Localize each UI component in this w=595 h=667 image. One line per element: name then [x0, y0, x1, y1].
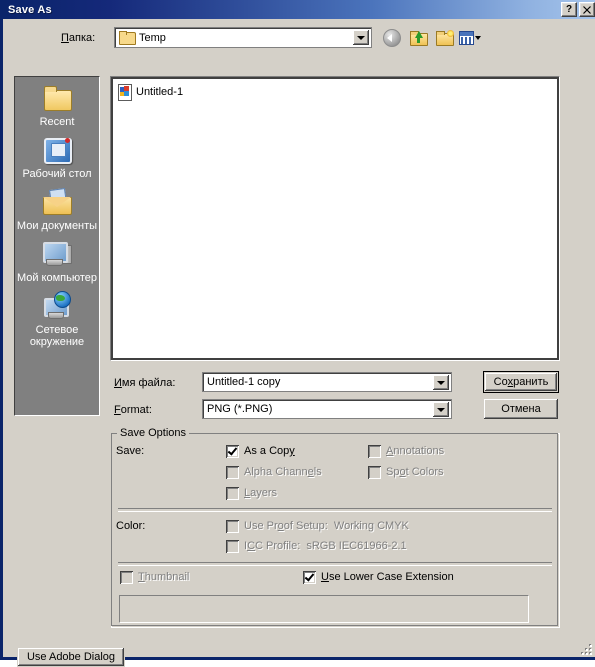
- checkbox-box: [226, 540, 239, 553]
- navigation-toolbar: [381, 27, 481, 49]
- use-adobe-dialog-label: Use Adobe Dialog: [26, 651, 116, 663]
- checkbox-label: As a Copy: [244, 445, 295, 457]
- look-in-row: Папка: Temp: [6, 27, 595, 51]
- save-button-label: Сохранить: [493, 376, 549, 388]
- checkbox-label: Alpha Channels: [244, 466, 322, 478]
- checkbox-box: [368, 466, 381, 479]
- checkbox-thumbnail[interactable]: Thumbnail: [120, 571, 189, 584]
- checkbox-box: [226, 445, 239, 458]
- up-folder-icon: [409, 31, 428, 46]
- save-row-label: Save:: [116, 445, 145, 457]
- checkbox-layers[interactable]: Layers: [226, 487, 277, 500]
- close-icon: [583, 5, 591, 14]
- recent-folder-icon: [41, 83, 73, 114]
- places-item-recent[interactable]: Recent: [15, 83, 99, 128]
- places-item-my-computer[interactable]: Мой компьютер: [15, 239, 99, 284]
- checkbox-label: Annotations: [386, 445, 445, 457]
- preview-panel: [119, 595, 529, 623]
- checkbox-as-a-copy[interactable]: As a Copy: [226, 445, 295, 458]
- checkbox-spot-colors[interactable]: Spot Colors: [368, 466, 444, 479]
- places-item-label: Рабочий стол: [22, 168, 92, 180]
- checkbox-box: [368, 445, 381, 458]
- checkbox-label: Use Proof Setup: Working CMYK: [244, 520, 409, 532]
- file-name-label-text: Имя файла:: [114, 377, 176, 389]
- file-name-value: Untitled-1 copy: [207, 376, 281, 388]
- network-places-icon: [41, 291, 73, 322]
- checkbox-use-lower-case-extension[interactable]: Use Lower Case Extension: [303, 571, 454, 584]
- checkbox-label: Spot Colors: [386, 466, 444, 478]
- file-name-combo-arrow[interactable]: [433, 375, 449, 390]
- format-combo-arrow[interactable]: [433, 402, 449, 417]
- save-options-group-title: Save Options: [117, 427, 190, 439]
- places-item-label: Мои документы: [16, 220, 98, 232]
- checkbox-use-proof-setup[interactable]: Use Proof Setup: Working CMYK: [226, 520, 409, 533]
- checkbox-annotations[interactable]: Annotations: [368, 445, 444, 458]
- checkbox-label: Layers: [244, 487, 278, 499]
- dialog-client-area: Папка: Temp Recent Рабочий стол Мои доку…: [6, 19, 595, 667]
- color-row-label: Color:: [116, 520, 146, 532]
- create-new-folder-button[interactable]: [433, 28, 455, 49]
- title-bar-buttons: ?: [561, 2, 595, 17]
- save-as-dialog: Save As ? Папка: Temp Recent Рабочий сто…: [0, 0, 595, 667]
- help-button[interactable]: ?: [561, 2, 577, 17]
- places-item-label: Сетевое окружение: [29, 324, 85, 348]
- desktop-icon: [41, 135, 73, 166]
- back-button[interactable]: [381, 28, 403, 49]
- places-item-desktop[interactable]: Рабочий стол: [15, 135, 99, 180]
- checkbox-box: [120, 571, 133, 584]
- checkbox-box: [226, 520, 239, 533]
- up-one-level-button[interactable]: [407, 28, 429, 49]
- places-item-network[interactable]: Сетевое окружение: [15, 291, 99, 348]
- checkbox-box: [303, 571, 316, 584]
- places-item-my-documents[interactable]: Мои документы: [15, 187, 99, 232]
- look-in-combo[interactable]: Temp: [114, 27, 372, 48]
- views-grid-icon: [459, 31, 474, 45]
- format-value: PNG (*.PNG): [207, 403, 273, 415]
- back-arrow-icon: [383, 29, 401, 47]
- close-button[interactable]: [579, 2, 595, 17]
- file-list[interactable]: Untitled-1: [110, 76, 560, 361]
- file-list-inner[interactable]: Untitled-1: [112, 78, 558, 359]
- checkbox-box: [226, 466, 239, 479]
- use-adobe-dialog-button[interactable]: Use Adobe Dialog: [17, 647, 125, 667]
- views-button[interactable]: [459, 28, 481, 49]
- save-button[interactable]: Сохранить: [483, 371, 559, 393]
- look-in-value: Temp: [139, 31, 166, 44]
- file-name-label: Untitled-1: [136, 85, 184, 98]
- checkbox-icc-profile[interactable]: ICC Profile: sRGB IEC61966-2.1: [226, 540, 407, 553]
- format-label-text: Format:: [114, 404, 152, 416]
- psd-document-icon: [117, 83, 133, 101]
- checkbox-label: Use Lower Case Extension: [321, 571, 454, 583]
- checkbox-label: Thumbnail: [138, 571, 190, 583]
- places-item-label: Мой компьютер: [16, 272, 98, 284]
- places-item-label: Recent: [39, 116, 75, 128]
- file-name-combo[interactable]: Untitled-1 copy: [202, 372, 452, 392]
- list-item[interactable]: Untitled-1: [117, 83, 187, 101]
- places-bar: Recent Рабочий стол Мои документы Мой ко…: [14, 76, 100, 416]
- cancel-button[interactable]: Отмена: [483, 398, 559, 420]
- chevron-down-icon: [475, 36, 481, 40]
- checkbox-label: ICC Profile: sRGB IEC61966-2.1: [244, 540, 407, 552]
- divider-2: [118, 562, 552, 566]
- look-in-label: Папка:: [61, 32, 96, 44]
- checkbox-alpha-channels[interactable]: Alpha Channels: [226, 466, 322, 479]
- window-title: Save As: [8, 3, 52, 16]
- divider-1: [118, 508, 552, 512]
- my-computer-icon: [41, 239, 73, 270]
- format-combo[interactable]: PNG (*.PNG): [202, 399, 452, 419]
- new-folder-icon: [435, 30, 454, 46]
- cancel-button-label: Отмена: [501, 403, 541, 415]
- resize-grip[interactable]: [579, 642, 592, 655]
- my-documents-icon: [41, 187, 73, 218]
- title-bar[interactable]: Save As ?: [3, 0, 595, 19]
- checkbox-box: [226, 487, 239, 500]
- look-in-combo-arrow[interactable]: [353, 30, 369, 45]
- folder-icon: [119, 31, 136, 45]
